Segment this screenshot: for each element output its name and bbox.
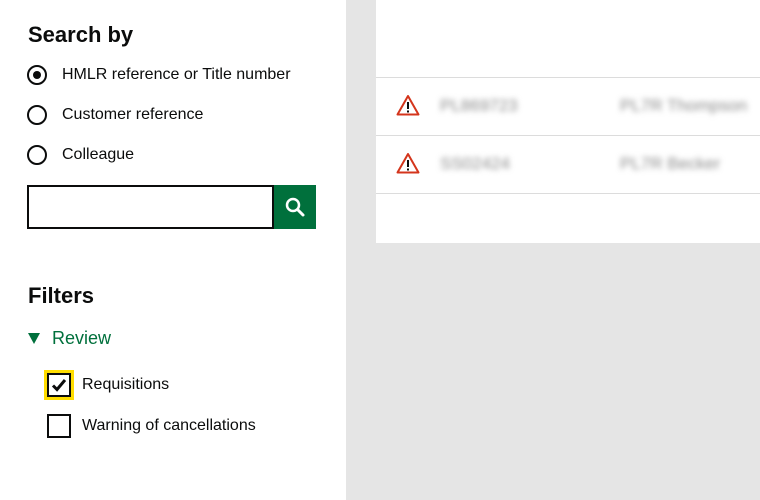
radio-button[interactable]	[27, 145, 47, 165]
table-row[interactable]: SS02424 PL7R Becker	[376, 135, 760, 194]
name-cell: PL7R Becker	[620, 154, 721, 173]
radio-button[interactable]	[27, 105, 47, 125]
checkmark-icon	[51, 379, 67, 392]
table-row[interactable]: PL869723 PL7R Thompson	[376, 77, 760, 135]
warning-icon	[396, 153, 420, 174]
main-content: PL869723 PL7R Thompson SS02424 PL7R Beck…	[346, 0, 760, 500]
review-toggle-label: Review	[52, 328, 112, 348]
search-input[interactable]	[27, 185, 274, 229]
review-filter-toggle[interactable]: Review	[28, 328, 111, 349]
checkbox-checked[interactable]	[47, 373, 71, 397]
reference-cell: SS02424	[440, 154, 510, 173]
radio-hmlr-reference[interactable]: HMLR reference or Title number	[27, 63, 291, 87]
checkbox[interactable]	[47, 414, 71, 438]
checkbox-requisitions[interactable]: Requisitions	[47, 373, 169, 397]
search-button[interactable]	[274, 185, 316, 229]
filters-heading: Filters	[28, 283, 95, 308]
search-by-heading: Search by	[28, 22, 134, 47]
radio-button-selected[interactable]	[27, 65, 47, 85]
reference-cell: PL869723	[440, 96, 518, 115]
search-icon	[285, 197, 305, 217]
filter-sidebar: Search by HMLR reference or Title number…	[0, 0, 346, 500]
radio-label: Colleague	[62, 146, 135, 163]
results-table: PL869723 PL7R Thompson SS02424 PL7R Beck…	[376, 0, 760, 243]
radio-colleague[interactable]: Colleague	[27, 143, 134, 167]
checkbox-label: Requisitions	[82, 376, 170, 393]
name-cell: PL7R Thompson	[620, 96, 748, 115]
radio-label: Customer reference	[62, 106, 204, 123]
checkbox-label: Warning of cancellations	[82, 417, 256, 434]
triangle-down-icon	[28, 333, 40, 344]
radio-customer-reference[interactable]: Customer reference	[27, 103, 203, 127]
warning-icon	[396, 95, 420, 116]
radio-label: HMLR reference or Title number	[62, 66, 291, 83]
checkbox-warning-of-cancellations[interactable]: Warning of cancellations	[47, 414, 256, 438]
